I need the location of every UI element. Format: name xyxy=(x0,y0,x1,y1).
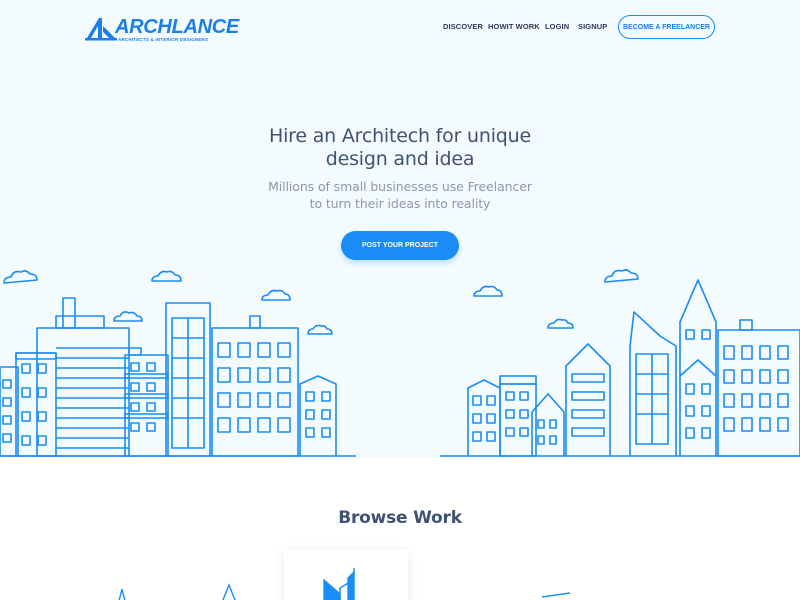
nav-how-it-work[interactable]: HOWIT WORK xyxy=(488,22,540,31)
nav-login[interactable]: LOGIN xyxy=(545,22,569,31)
category-card-selected[interactable] xyxy=(284,550,408,600)
nav-discover[interactable]: DISCOVER xyxy=(443,22,483,31)
archlance-logo-icon xyxy=(85,18,117,41)
cloud-icon xyxy=(261,289,291,301)
category-icon[interactable] xyxy=(112,575,152,600)
browse-work-title: Browse Work xyxy=(338,508,462,528)
brand-name: ARCHLANCE xyxy=(115,16,239,38)
cloud-icon xyxy=(113,311,143,322)
become-freelancer-button[interactable]: BECOME A FREELANCER xyxy=(618,15,715,39)
category-icon[interactable] xyxy=(530,575,590,600)
cloud-icon xyxy=(604,269,639,283)
category-icon[interactable] xyxy=(215,575,255,600)
cloud-icon xyxy=(151,270,182,282)
city-skyline-illustration xyxy=(0,269,800,457)
hero-title-line1: Hire an Architech for unique xyxy=(269,125,531,147)
hero-title-line2: design and idea xyxy=(325,148,475,170)
cloud-icon xyxy=(473,285,503,297)
brand-tagline: ARCHITECTS & INTERIOR DESIGNERS xyxy=(118,37,209,42)
cloud-icon xyxy=(3,270,38,284)
hero-title: Hire an Architech for unique design and … xyxy=(200,125,600,171)
building-icon xyxy=(323,568,355,600)
nav-signup[interactable]: SIGNUP xyxy=(578,22,607,31)
cloud-icon xyxy=(307,324,333,335)
hero-subtitle-line1: Millions of small businesses use Freelan… xyxy=(268,179,532,194)
cloud-icon xyxy=(547,318,574,329)
hero-subtitle-line2: to turn their ideas into reality xyxy=(309,196,491,211)
hero-subtitle: Millions of small businesses use Freelan… xyxy=(200,178,600,212)
brand-logo[interactable]: ARCHLANCE ARCHITECTS & INTERIOR DESIGNER… xyxy=(85,16,239,44)
